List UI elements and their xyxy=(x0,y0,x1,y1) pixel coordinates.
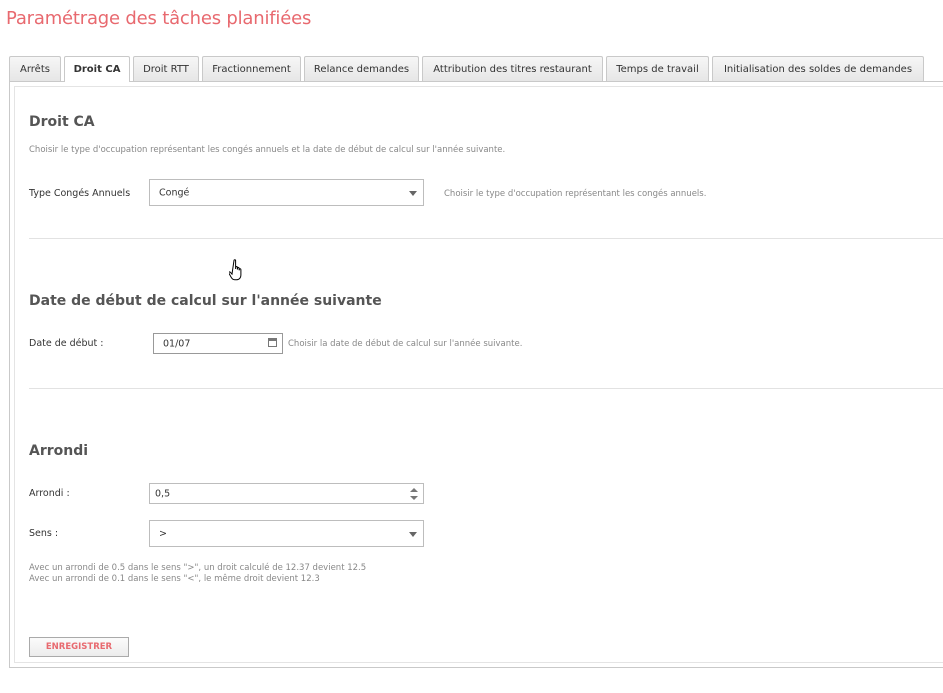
section-title-date-debut: Date de début de calcul sur l'année suiv… xyxy=(29,293,382,309)
tab-attribution-titres-restaurant[interactable]: Attribution des titres restaurant xyxy=(422,56,603,81)
divider xyxy=(29,388,943,389)
type-conges-hint: Choisir le type d'occupation représentan… xyxy=(444,189,707,199)
sens-value: > xyxy=(159,528,167,539)
sens-select[interactable]: > xyxy=(149,520,424,547)
section-description-droit-ca: Choisir le type d'occupation représentan… xyxy=(29,145,506,155)
type-conges-label: Type Congés Annuels xyxy=(29,188,131,199)
tab-relance-demandes[interactable]: Relance demandes xyxy=(304,56,419,81)
date-debut-input[interactable]: 01/07 xyxy=(153,333,283,354)
chevron-down-icon xyxy=(409,190,417,196)
tab-temps-de-travail[interactable]: Temps de travail xyxy=(606,56,709,81)
form-container: Droit CA Choisir le type d'occupation re… xyxy=(14,86,943,663)
arrondi-number-input[interactable]: 0,5 xyxy=(149,483,424,504)
hand-cursor-icon xyxy=(229,259,242,281)
save-button[interactable]: ENREGISTRER xyxy=(29,637,129,657)
tab-arrets[interactable]: Arrêts xyxy=(9,56,61,81)
arrondi-example-line-2: Avec un arrondi de 0.1 dans le sens "<",… xyxy=(29,574,320,584)
section-title-arrondi: Arrondi xyxy=(29,443,89,459)
sens-label: Sens : xyxy=(29,528,59,539)
tab-fractionnement[interactable]: Fractionnement xyxy=(202,56,301,81)
date-debut-value: 01/07 xyxy=(163,338,191,349)
tab-droit-rtt[interactable]: Droit RTT xyxy=(133,56,199,81)
tab-panel: Droit CA Choisir le type d'occupation re… xyxy=(9,81,943,668)
tab-droit-ca[interactable]: Droit CA xyxy=(64,56,130,82)
date-debut-hint: Choisir la date de début de calcul sur l… xyxy=(288,339,523,349)
divider xyxy=(29,238,943,239)
tab-initialisation-soldes[interactable]: Initialisation des soldes de demandes xyxy=(712,56,924,81)
tab-bar: Arrêts Droit CA Droit RTT Fractionnement… xyxy=(9,56,927,82)
type-conges-select[interactable]: Congé xyxy=(149,179,424,206)
spinner-icon[interactable] xyxy=(410,487,418,501)
arrondi-value: 0,5 xyxy=(155,488,171,499)
type-conges-value: Congé xyxy=(159,187,190,198)
date-debut-label: Date de début : xyxy=(29,338,104,349)
calendar-icon[interactable] xyxy=(268,338,277,347)
section-title-droit-ca: Droit CA xyxy=(29,114,95,130)
page-title: Paramétrage des tâches planifiées xyxy=(6,8,312,29)
arrondi-label: Arrondi : xyxy=(29,488,70,499)
chevron-down-icon xyxy=(409,531,417,537)
arrondi-example-line-1: Avec un arrondi de 0.5 dans le sens ">",… xyxy=(29,563,367,573)
